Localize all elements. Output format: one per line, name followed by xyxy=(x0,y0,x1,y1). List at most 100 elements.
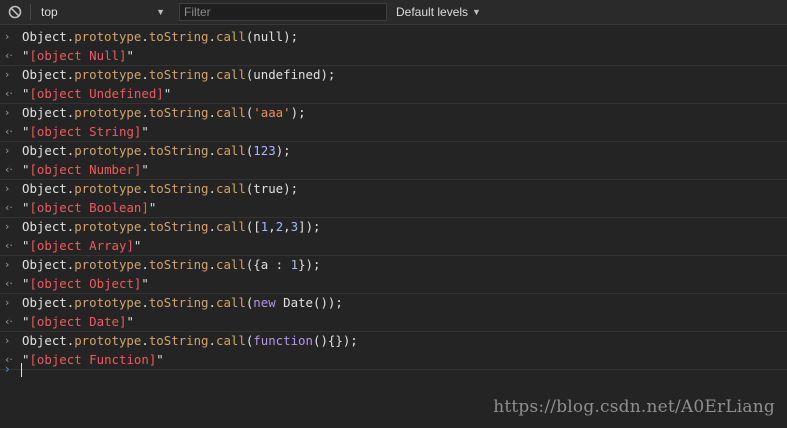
code-dot: . xyxy=(141,105,149,120)
console-entry: › Object.prototype.toString.call(123); ‹· "… xyxy=(0,142,787,180)
code-property: call xyxy=(215,257,246,272)
code-property: prototype xyxy=(74,105,142,120)
code-property: prototype xyxy=(74,181,142,196)
code-paren: ); xyxy=(327,295,343,310)
code-object: Object. xyxy=(22,295,75,310)
code-argument: {a : 1} xyxy=(253,257,306,272)
watermark: https://blog.csdn.net/A0ErLiang xyxy=(493,397,775,417)
code-argument: 123 xyxy=(253,143,276,158)
code-paren: ); xyxy=(290,105,306,120)
code-property: prototype xyxy=(74,295,142,310)
console-input-line[interactable]: › Object.prototype.toString.call({a : 1})… xyxy=(0,256,787,275)
code-dot: . xyxy=(208,295,216,310)
console-input-line[interactable]: › Object.prototype.toString.call(new Date… xyxy=(0,294,787,313)
code-dot: . xyxy=(208,219,216,234)
code-dot: . xyxy=(208,333,216,348)
console-input-line[interactable]: › Object.prototype.toString.call(null); xyxy=(0,28,787,47)
result-value: [object Null] xyxy=(29,47,127,63)
code-property: toString xyxy=(148,181,209,196)
result-value: [object Date] xyxy=(29,313,127,329)
result-arrow-icon: ‹· xyxy=(5,124,13,138)
code-paren: ); xyxy=(283,29,299,44)
code-object: Object. xyxy=(22,333,75,348)
code-argument: true xyxy=(253,181,284,196)
code-argument: function(){} xyxy=(253,333,343,348)
code-dot: . xyxy=(141,219,149,234)
result-arrow-icon: ‹· xyxy=(5,86,13,100)
triangle-down-icon: ▼ xyxy=(472,7,481,17)
console-result-line: ‹· "[object Number]" xyxy=(0,161,787,180)
code-property: call xyxy=(215,219,246,234)
result-arrow-icon: ‹· xyxy=(5,200,13,214)
console-result-line: ‹· "[object Object]" xyxy=(0,275,787,294)
code-property: prototype xyxy=(74,219,142,234)
console-entry: › Object.prototype.toString.call(undefine… xyxy=(0,66,787,104)
console-prompt[interactable]: › xyxy=(0,361,787,379)
input-chevron-icon: › xyxy=(5,144,10,157)
console-toolbar: top ▼ Default levels ▼ xyxy=(0,0,787,25)
clear-console-button[interactable] xyxy=(0,0,30,24)
context-selector[interactable]: top ▼ xyxy=(31,0,171,24)
console-input-line[interactable]: › Object.prototype.toString.call(undefine… xyxy=(0,66,787,85)
code-object: Object. xyxy=(22,29,75,44)
code-object: Object. xyxy=(22,219,75,234)
console-messages: › Object.prototype.toString.call(null); ‹·… xyxy=(0,28,787,370)
console-result-line: ‹· "[object Null]" xyxy=(0,47,787,66)
code-argument: null xyxy=(253,29,284,44)
input-chevron-icon: › xyxy=(5,220,10,233)
code-object: Object. xyxy=(22,143,75,158)
result-arrow-icon: ‹· xyxy=(5,48,13,62)
result-quote: " xyxy=(148,199,157,215)
console-result-line: ‹· "[object Boolean]" xyxy=(0,199,787,218)
code-paren: ); xyxy=(283,181,299,196)
code-object: Object. xyxy=(22,67,75,82)
input-chevron-icon: › xyxy=(5,106,10,119)
result-value: [object Number] xyxy=(29,161,142,177)
result-quote: " xyxy=(133,237,142,253)
code-object: Object. xyxy=(22,105,75,120)
console-input-line[interactable]: › Object.prototype.toString.call(function… xyxy=(0,332,787,351)
context-label: top xyxy=(41,5,58,19)
code-property: toString xyxy=(148,257,209,272)
text-caret xyxy=(21,363,22,377)
code-property: toString xyxy=(148,105,209,120)
code-dot: . xyxy=(208,143,216,158)
code-property: call xyxy=(215,295,246,310)
result-quote: " xyxy=(141,123,149,139)
result-arrow-icon: ‹· xyxy=(5,238,13,252)
console-input-line[interactable]: › Object.prototype.toString.call('aaa'); xyxy=(0,104,787,123)
console-entry: › Object.prototype.toString.call([1,2,3])… xyxy=(0,218,787,256)
code-argument: [1,2,3] xyxy=(253,219,306,234)
code-object: Object. xyxy=(22,257,75,272)
console-input-line[interactable]: › Object.prototype.toString.call(true); xyxy=(0,180,787,199)
code-property: call xyxy=(215,29,246,44)
code-property: call xyxy=(215,67,246,82)
result-quote: " xyxy=(163,85,172,101)
code-object: Object. xyxy=(22,181,75,196)
result-quote: " xyxy=(141,161,149,177)
code-property: toString xyxy=(148,295,209,310)
console-input-line[interactable]: › Object.prototype.toString.call([1,2,3])… xyxy=(0,218,787,237)
console-result-line: ‹· "[object Undefined]" xyxy=(0,85,787,104)
code-paren: ); xyxy=(342,333,358,348)
console-result-line: ‹· "[object String]" xyxy=(0,123,787,142)
input-chevron-icon: › xyxy=(5,258,10,271)
code-dot: . xyxy=(208,181,216,196)
code-property: prototype xyxy=(74,143,142,158)
code-property: prototype xyxy=(74,257,142,272)
code-paren: ); xyxy=(305,257,321,272)
console-entry: › Object.prototype.toString.call({a : 1})… xyxy=(0,256,787,294)
result-quote: " xyxy=(126,47,134,63)
log-levels-dropdown[interactable]: Default levels ▼ xyxy=(396,5,481,19)
console-entry: › Object.prototype.toString.call(true); ‹·… xyxy=(0,180,787,218)
code-dot: . xyxy=(141,333,149,348)
console-input-line[interactable]: › Object.prototype.toString.call(123); xyxy=(0,142,787,161)
result-arrow-icon: ‹· xyxy=(5,276,13,290)
code-property: call xyxy=(215,105,246,120)
code-argument: 'aaa' xyxy=(253,105,291,120)
filter-input[interactable] xyxy=(179,3,387,21)
code-dot: . xyxy=(141,295,149,310)
code-dot: . xyxy=(141,257,149,272)
code-property: toString xyxy=(148,67,209,82)
prompt-chevron-icon: › xyxy=(5,362,10,376)
